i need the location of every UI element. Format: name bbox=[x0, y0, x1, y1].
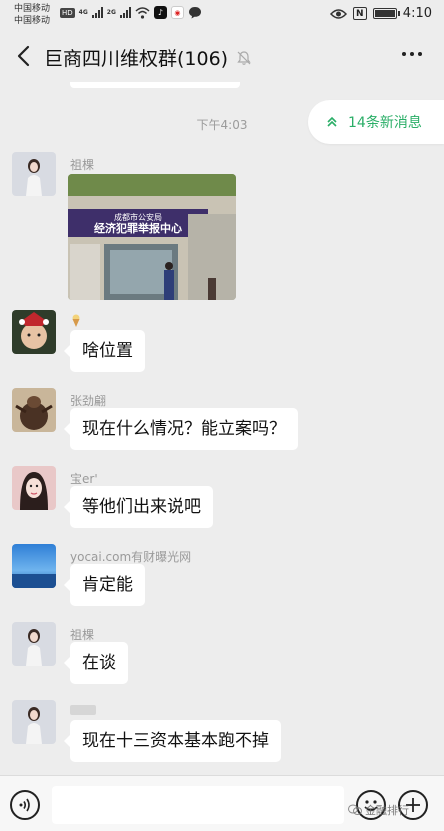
sender-name bbox=[70, 314, 82, 331]
message-bubble[interactable]: 等他们出来说吧 bbox=[64, 486, 213, 528]
carrier-1: 中国移动 bbox=[14, 4, 51, 14]
message-icon bbox=[188, 7, 201, 19]
watermark: 金融排行 bbox=[348, 802, 409, 818]
status-right: N 4:10 bbox=[329, 6, 432, 21]
network-4g-label: 4G bbox=[78, 9, 88, 16]
hd-badge: HD bbox=[60, 7, 75, 18]
chat-title: 巨商四川维权群(106) bbox=[44, 48, 229, 70]
avatar[interactable] bbox=[12, 152, 56, 196]
message-bubble[interactable]: 在谈 bbox=[64, 642, 128, 684]
voice-wave-icon bbox=[19, 798, 30, 812]
more-options-icon[interactable] bbox=[402, 52, 422, 56]
mute-bell-icon bbox=[237, 50, 251, 65]
battery-icon bbox=[372, 8, 400, 19]
nfc-icon: N bbox=[352, 7, 367, 20]
avatar[interactable] bbox=[12, 544, 56, 588]
sender-name: yocai.com有财曝光网 bbox=[70, 550, 192, 564]
chat-title-wrap: 巨商四川维权群(106) bbox=[44, 44, 252, 71]
message-input[interactable] bbox=[52, 786, 344, 824]
avatar[interactable] bbox=[12, 310, 56, 354]
battery-level bbox=[374, 10, 395, 17]
status-bar: 中国移动 中国移动 HD 4G 2G ♪ ◉ N 4:10 bbox=[0, 0, 444, 30]
photo-sign-main: 经济犯罪举报中心 bbox=[94, 221, 182, 235]
message-bubble[interactable]: 现在什么情况？能立案吗？ bbox=[64, 408, 298, 450]
photo-sign-top: 成都市公安局 bbox=[114, 212, 162, 222]
back-arrow-icon[interactable] bbox=[14, 43, 36, 69]
avatar[interactable] bbox=[12, 388, 56, 432]
clock: 4:10 bbox=[402, 6, 432, 21]
voice-input-button[interactable] bbox=[10, 790, 40, 820]
tiktok-icon: ♪ bbox=[153, 6, 167, 19]
chat-area[interactable]: 下午4:03 14条新消息 祖棵 成都市公安局 经济犯罪举报中心 啥位置 张劲翩… bbox=[0, 82, 444, 775]
avatar[interactable] bbox=[12, 700, 56, 744]
carrier-labels: 中国移动 中国移动 bbox=[14, 3, 50, 27]
sender-name: 张劲翩 bbox=[70, 394, 107, 408]
carrier-2: 中国移动 bbox=[14, 16, 51, 26]
chat-header: 巨商四川维权群(106) bbox=[0, 30, 444, 82]
watermark-text: 金融排行 bbox=[365, 804, 409, 817]
weibo-icon: ◉ bbox=[170, 6, 184, 19]
eye-icon bbox=[329, 8, 347, 19]
input-bar: 金融排行 bbox=[0, 775, 444, 831]
avatar[interactable] bbox=[12, 466, 56, 510]
sender-name: 宝er' bbox=[70, 472, 98, 486]
avatar[interactable] bbox=[12, 622, 56, 666]
sender-name: 祖棵 bbox=[70, 628, 95, 642]
new-messages-pill[interactable]: 14条新消息 bbox=[308, 100, 444, 144]
message-bubble[interactable]: 啥位置 bbox=[64, 330, 145, 372]
watermark-logo-icon bbox=[348, 804, 362, 815]
network-2g-label: 2G bbox=[106, 9, 116, 16]
signal-icon-2 bbox=[119, 7, 131, 18]
new-messages-label: 14条新消息 bbox=[348, 115, 422, 131]
message-bubble[interactable]: 现在十三资本基本跑不掉 bbox=[64, 720, 281, 762]
double-chevron-up-icon bbox=[327, 116, 337, 127]
previous-message-bubble bbox=[70, 82, 240, 88]
status-icons: HD 4G 2G ♪ ◉ bbox=[60, 6, 202, 19]
ice-cream-icon bbox=[72, 314, 80, 327]
message-bubble[interactable]: 肯定能 bbox=[64, 564, 145, 606]
sender-name-blurred bbox=[70, 704, 96, 718]
message-image[interactable]: 成都市公安局 经济犯罪举报中心 bbox=[68, 174, 236, 300]
signal-icon bbox=[91, 7, 103, 18]
wifi-icon bbox=[135, 6, 150, 19]
sender-name: 祖棵 bbox=[70, 158, 95, 172]
